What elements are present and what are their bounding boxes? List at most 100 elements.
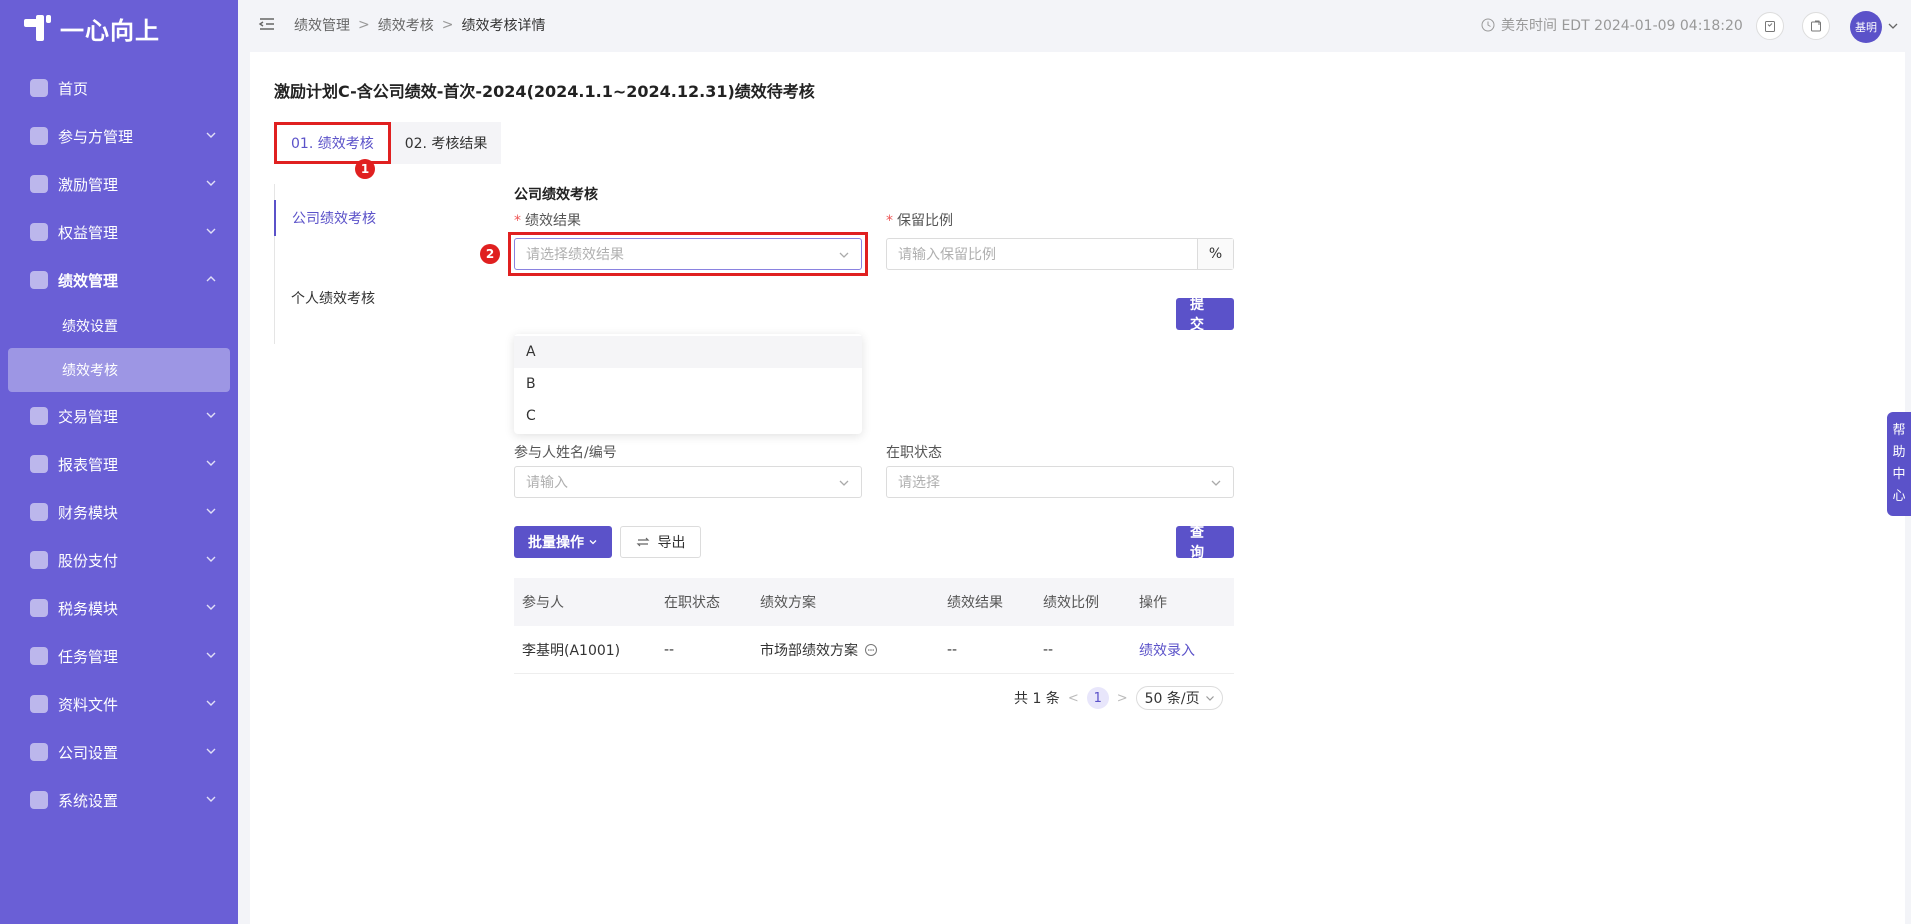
chevron-down-icon — [1211, 480, 1221, 486]
page-size-label: 50 条/页 — [1144, 691, 1200, 707]
clipboard-button[interactable] — [1756, 12, 1784, 40]
employment-status-select[interactable]: 请选择 — [886, 466, 1234, 498]
sidebar-item-performance[interactable]: 绩效管理 — [0, 256, 238, 304]
chevron-down-icon — [589, 540, 597, 545]
page-title: 激励计划C-含公司绩效-首次-2024(2024.1.1~2024.12.31)… — [274, 82, 815, 101]
column-header: 操作 — [1139, 595, 1167, 611]
page-size-select[interactable]: 50 条/页 — [1135, 686, 1223, 710]
sidebar-item-tax[interactable]: 税务模块 — [0, 584, 238, 632]
help-center-button[interactable]: 帮 助 中 心 — [1887, 412, 1911, 516]
dropdown-option-c[interactable]: C — [514, 400, 862, 432]
cell-status: -- — [664, 641, 675, 658]
sidebar-item-label: 财务模块 — [58, 503, 119, 522]
sidebar-item-system[interactable]: 系统设置 — [0, 776, 238, 824]
cell-plan-text: 市场部绩效方案 — [760, 642, 858, 659]
chevron-down-icon — [206, 508, 216, 514]
chevron-down-icon — [206, 748, 216, 754]
sidebar-subitem-performance-review[interactable]: 绩效考核 — [8, 348, 230, 392]
collapse-menu-icon[interactable] — [258, 15, 276, 33]
performance-entry-link[interactable]: 绩效录入 — [1139, 640, 1234, 660]
prev-page-icon[interactable]: < — [1068, 691, 1079, 706]
tab-performance-review[interactable]: 01. 绩效考核 — [274, 122, 391, 164]
participant-name-input[interactable]: 请输入 — [514, 466, 862, 498]
tab-label: 01. 绩效考核 — [291, 136, 374, 152]
sidebar-subitem-label: 绩效设置 — [62, 319, 118, 335]
sidebar-item-label: 首页 — [58, 79, 89, 98]
sidebar-item-label: 系统设置 — [58, 791, 119, 810]
sidebar-item-label: 报表管理 — [58, 455, 119, 474]
help-char: 中 — [1892, 467, 1906, 482]
crown-icon — [30, 271, 48, 289]
sidebar-item-participants[interactable]: 参与方管理 — [0, 112, 238, 160]
folder-icon — [30, 695, 48, 713]
column-header: 参与人 — [522, 595, 564, 611]
dropdown-option-a[interactable]: A — [514, 336, 862, 368]
breadcrumb-item[interactable]: 绩效考核 — [378, 15, 434, 35]
sidebar-item-finance[interactable]: 财务模块 — [0, 488, 238, 536]
batch-actions-button[interactable]: 批量操作 — [514, 526, 612, 558]
result-dropdown: A B C — [514, 334, 862, 434]
avatar[interactable]: 基明 — [1850, 11, 1882, 43]
sidebar-item-files[interactable]: 资料文件 — [0, 680, 238, 728]
cell-ratio: -- — [1043, 641, 1054, 658]
column-header: 在职状态 — [664, 595, 720, 611]
breadcrumb-item[interactable]: 绩效管理 — [294, 15, 350, 35]
sidebar-item-label: 股份支付 — [58, 551, 119, 570]
more-info-icon[interactable] — [864, 643, 878, 657]
sidebar-item-label: 公司设置 — [58, 743, 119, 762]
breadcrumb-current: 绩效考核详情 — [461, 18, 546, 34]
section-nav-company[interactable]: 公司绩效考核 — [274, 200, 454, 236]
section-nav-personal[interactable]: 个人绩效考核 — [275, 280, 455, 316]
ratio-input[interactable]: 请输入保留比例 % — [886, 238, 1234, 270]
column-header: 绩效结果 — [947, 595, 1003, 611]
chevron-down-icon — [206, 228, 216, 234]
section-nav-label: 公司绩效考核 — [292, 211, 376, 227]
finance-icon — [30, 503, 48, 521]
chevron-up-icon — [206, 276, 216, 282]
help-char: 帮 — [1892, 423, 1906, 438]
sidebar-item-label: 参与方管理 — [58, 127, 134, 146]
breadcrumb-separator-icon: > — [441, 17, 454, 33]
dropdown-option-b[interactable]: B — [514, 368, 862, 400]
result-field-label: * 绩效结果 — [514, 210, 581, 230]
export-button[interactable]: 导出 — [620, 526, 701, 558]
sidebar-item-label: 权益管理 — [58, 223, 119, 242]
share-button[interactable] — [1802, 12, 1830, 40]
sidebar-item-home[interactable]: 首页 — [0, 64, 238, 112]
sidebar-item-label: 任务管理 — [58, 647, 119, 666]
chevron-down-icon — [206, 412, 216, 418]
timezone-clock: 美东时间 EDT 2024-01-09 04:18:20 — [1481, 15, 1743, 35]
column-header: 绩效方案 — [760, 595, 816, 611]
sidebar-item-incentive[interactable]: 激励管理 — [0, 160, 238, 208]
tab-review-results[interactable]: 02. 考核结果 — [390, 122, 502, 164]
share-payment-icon — [30, 551, 48, 569]
chevron-down-icon — [206, 652, 216, 658]
ratio-field-label: * 保留比例 — [886, 210, 953, 230]
ratio-label-text: 保留比例 — [897, 213, 953, 229]
chevron-down-icon[interactable] — [1886, 19, 1900, 33]
percent-suffix: % — [1197, 239, 1233, 269]
logo[interactable]: 一心向上 — [22, 10, 160, 46]
breadcrumb-separator-icon: > — [358, 17, 370, 33]
chevron-down-icon — [206, 604, 216, 610]
sidebar-item-company[interactable]: 公司设置 — [0, 728, 238, 776]
table-header: 参与人 在职状态 绩效方案 绩效结果 绩效比例 操作 — [514, 578, 1234, 626]
help-char: 心 — [1892, 489, 1906, 504]
sidebar-menu: 首页 参与方管理 激励管理 权益管理 绩效管理 绩效设置 绩效考核 交易管理 报… — [0, 64, 238, 824]
query-button[interactable]: 查 询 — [1176, 525, 1234, 561]
sidebar-item-share-payment[interactable]: 股份支付 — [0, 536, 238, 584]
company-icon — [30, 743, 48, 761]
sidebar-item-task[interactable]: 任务管理 — [0, 632, 238, 680]
sidebar-item-equity[interactable]: 权益管理 — [0, 208, 238, 256]
chevron-down-icon — [206, 132, 216, 138]
sidebar-item-report[interactable]: 报表管理 — [0, 440, 238, 488]
next-page-icon[interactable]: > — [1117, 691, 1128, 706]
breadcrumb: 绩效管理 > 绩效考核 > 绩效考核详情 — [294, 15, 545, 35]
result-select[interactable]: 请选择绩效结果 — [514, 238, 862, 270]
task-icon — [30, 647, 48, 665]
submit-button[interactable]: 提 交 — [1176, 297, 1234, 333]
sidebar-subitem-performance-settings[interactable]: 绩效设置 — [0, 304, 238, 348]
sidebar-item-trade[interactable]: 交易管理 — [0, 392, 238, 440]
tax-icon — [30, 599, 48, 617]
page-number[interactable]: 1 — [1086, 687, 1109, 709]
